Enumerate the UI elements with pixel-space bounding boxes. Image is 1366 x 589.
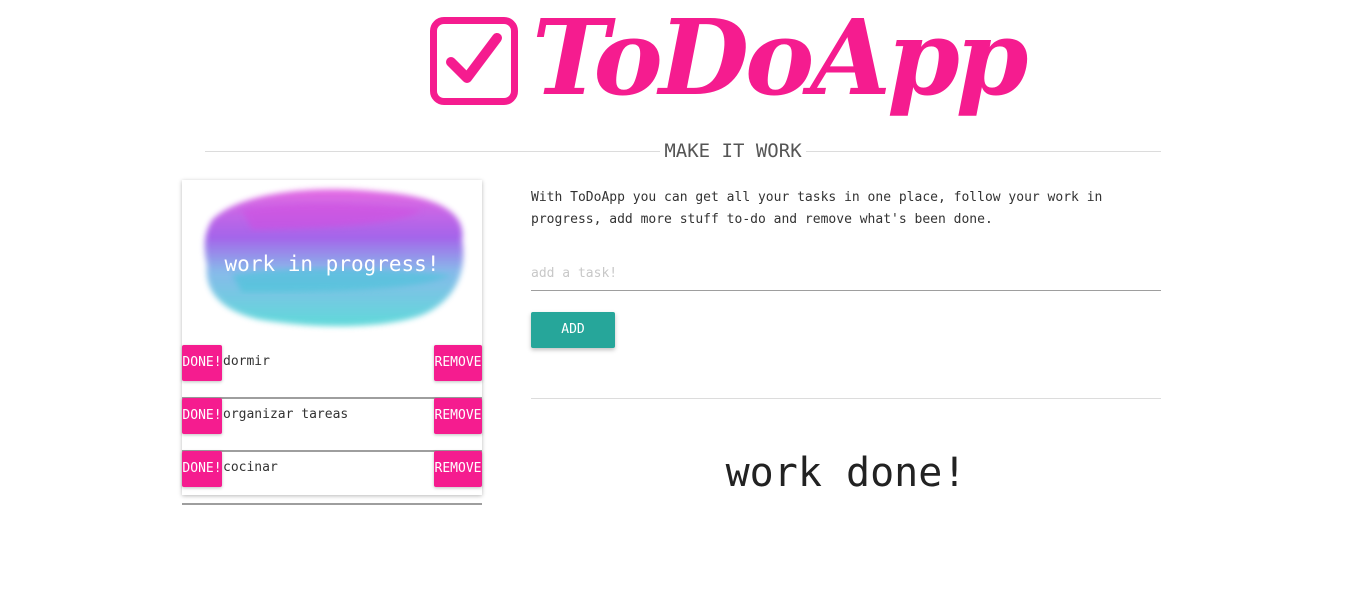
task-text: dormir bbox=[223, 354, 270, 369]
checkbox-check-icon bbox=[430, 17, 518, 105]
work-in-progress-card: work in progress! DONE! dormir REMOVE DO… bbox=[182, 180, 482, 505]
section-divider bbox=[531, 398, 1161, 399]
watercolor-banner: work in progress! bbox=[182, 180, 482, 340]
remove-button[interactable]: REMOVE bbox=[434, 345, 482, 381]
add-button[interactable]: ADD bbox=[531, 312, 615, 348]
page-subtitle: MAKE IT WORK bbox=[0, 140, 1366, 162]
done-button[interactable]: DONE! bbox=[182, 398, 222, 434]
work-done-title: work done! bbox=[725, 450, 967, 496]
remove-button[interactable]: REMOVE bbox=[434, 398, 482, 434]
task-text: organizar tareas bbox=[223, 407, 349, 422]
done-button[interactable]: DONE! bbox=[182, 451, 222, 487]
remove-button[interactable]: REMOVE bbox=[434, 451, 482, 487]
done-button[interactable]: DONE! bbox=[182, 345, 222, 381]
task-item: DONE! dormir REMOVE bbox=[182, 345, 482, 399]
app-description: With ToDoApp you can get all your tasks … bbox=[531, 190, 1103, 227]
task-item: DONE! cocinar REMOVE bbox=[182, 451, 482, 505]
add-task-input[interactable] bbox=[531, 256, 1161, 291]
in-progress-title: work in progress! bbox=[224, 252, 440, 276]
task-text: cocinar bbox=[223, 460, 278, 475]
logo-text: ToDoApp bbox=[532, 0, 1029, 119]
task-item: DONE! organizar tareas REMOVE bbox=[182, 398, 482, 452]
subtitle-text: MAKE IT WORK bbox=[660, 140, 806, 162]
